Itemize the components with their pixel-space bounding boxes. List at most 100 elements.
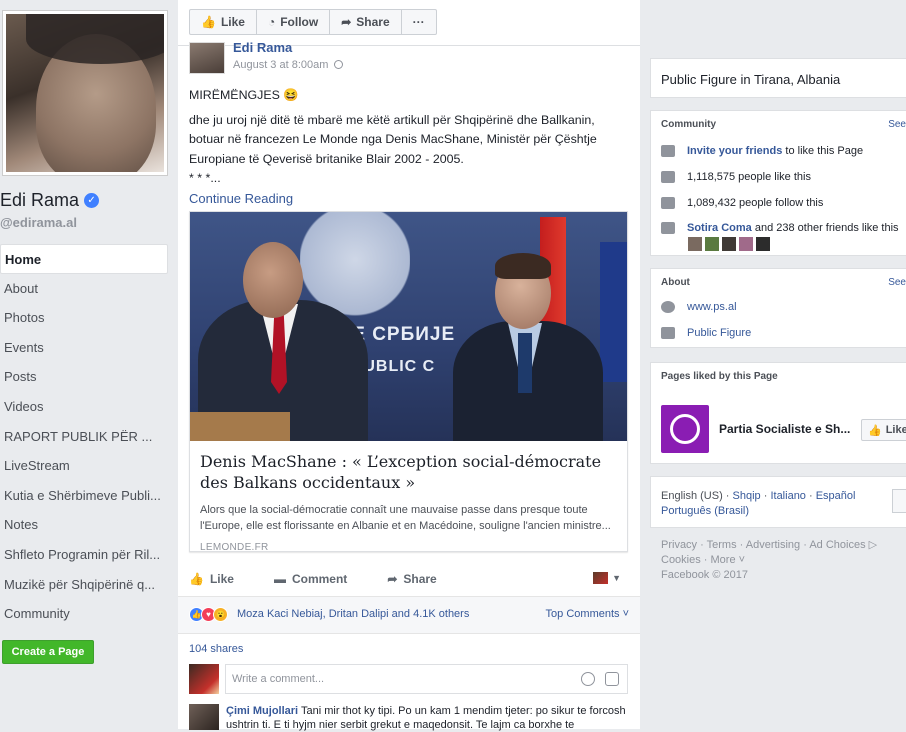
post-like-button[interactable]: 👍 Like <box>189 572 234 586</box>
author-avatar[interactable] <box>189 42 225 74</box>
post-actions: 👍 Like ▬ Comment ➦ Share ▼ <box>189 566 629 592</box>
profile-picture[interactable] <box>2 10 168 176</box>
nav-item-shfleto[interactable]: Shfleto Programin për Ril... <box>0 540 168 570</box>
commenter-avatar <box>189 664 219 694</box>
globe-icon <box>334 60 344 69</box>
reaction-icons[interactable]: 👍 ♥ 😮 <box>189 607 228 622</box>
nav-item-about[interactable]: About <box>0 274 168 304</box>
follow-button[interactable]: ◔ Follow <box>257 10 331 34</box>
link-preview-image: ИКЕ СРБИЈЕ EPUBLIC C <box>190 212 627 441</box>
friend-avatar[interactable] <box>756 237 770 251</box>
more-options-button[interactable]: ··· <box>402 10 436 34</box>
invite-friends-link[interactable]: Invite your friends <box>687 145 782 157</box>
thumbs-up-icon: 👍 <box>189 572 204 586</box>
page-category: Public Figure in Tirana, Albania <box>661 72 841 87</box>
comment-input[interactable]: Write a comment... <box>225 664 628 694</box>
friend-name-link[interactable]: Sotira Coma <box>687 222 752 234</box>
lang-current: English (US) <box>661 490 723 502</box>
community-see-all-link[interactable]: See <box>888 119 906 130</box>
about-see-all-link[interactable]: See <box>888 277 906 288</box>
post-stars: * * *... <box>189 171 221 185</box>
lang-link[interactable]: Shqip <box>733 490 761 502</box>
emoji-icon[interactable] <box>581 672 595 686</box>
friend-avatar[interactable] <box>722 237 736 251</box>
nav-item-photos[interactable]: Photos <box>0 303 168 333</box>
nav-item-muzike[interactable]: Muzikë për Shqipërinë q... <box>0 570 168 600</box>
nav-item-videos[interactable]: Videos <box>0 392 168 422</box>
link-preview-card[interactable]: ИКЕ СРБИЈЕ EPUBLIC C Denis MacShane : « … <box>189 211 628 553</box>
right-column: Public Figure in Tirana, Albania Communi… <box>650 0 906 729</box>
friend-avatars <box>688 237 770 251</box>
comment-author-name[interactable]: Çimi Mujollari <box>226 705 298 717</box>
like-page-button[interactable]: 👍 Like <box>190 10 257 34</box>
comment-composer: Write a comment... <box>189 662 629 696</box>
liked-page-logo[interactable] <box>661 405 709 453</box>
share-page-button[interactable]: ➦ Share <box>330 10 402 34</box>
thumbs-up-icon: 👍 <box>868 424 882 437</box>
nav-item-posts[interactable]: Posts <box>0 362 168 392</box>
create-page-button[interactable]: Create a Page <box>2 640 94 664</box>
footer-line-2[interactable]: Cookies · More ˅ <box>661 553 906 568</box>
community-heading: Community <box>661 119 716 130</box>
sticker-icon[interactable] <box>605 672 619 686</box>
follows-count: 1,089,432 people follow this <box>687 197 824 209</box>
wow-reaction-icon: 😮 <box>213 607 228 622</box>
liked-page-like-button[interactable]: 👍 Like <box>861 419 906 441</box>
rss-icon: ◔ <box>267 15 276 29</box>
nav-item-notes[interactable]: Notes <box>0 510 168 540</box>
friend-avatar[interactable] <box>705 237 719 251</box>
nav-item-livestream[interactable]: LiveStream <box>0 451 168 481</box>
community-card: Community See Invite your friends to lik… <box>650 110 906 256</box>
friend-avatar[interactable] <box>688 237 702 251</box>
page-handle[interactable]: @edirama.al <box>0 215 77 230</box>
link-title[interactable]: Denis MacShane : « L’exception social-dé… <box>200 451 617 493</box>
lang-link[interactable]: Español <box>816 490 856 502</box>
more-languages-button[interactable] <box>892 489 906 513</box>
verified-badge-icon: ✓ <box>84 193 100 208</box>
reactions-summary[interactable]: Moza Kaci Nebiaj, Dritan Dalipi and 4.1K… <box>237 608 469 620</box>
post-as-avatar <box>593 572 609 584</box>
nav-item-community[interactable]: Community <box>0 599 168 629</box>
left-column: Edi Rama ✓ @edirama.al Home About Photos… <box>0 0 178 729</box>
likes-count: 1,118,575 people like this <box>687 171 811 183</box>
post-text: MIRËMËNGJES 😆 dhe ju uroj një ditë të mb… <box>189 86 629 208</box>
lang-link[interactable]: Português (Brasil) <box>661 505 749 517</box>
post-timestamp[interactable]: August 3 at 8:00am <box>233 59 344 71</box>
rss-icon <box>661 197 675 209</box>
pages-liked-heading: Pages liked by this Page <box>661 371 778 382</box>
post-comment-button[interactable]: ▬ Comment <box>274 572 347 586</box>
nav-item-raport-publik[interactable]: RAPORT PUBLIK PËR ... <box>0 422 168 452</box>
post-share-button[interactable]: ➦ Share <box>387 572 436 586</box>
category-card: Public Figure in Tirana, Albania <box>650 58 906 98</box>
comment-text: Çimi Mujollari Tani mir thot ky tipi. Po… <box>226 705 626 731</box>
comment-bubble-icon: ▬ <box>273 572 286 586</box>
friends-icon <box>661 222 675 234</box>
lang-link[interactable]: Italiano <box>770 490 805 502</box>
continue-reading-link[interactable]: Continue Reading <box>189 189 629 209</box>
nav-item-kutia[interactable]: Kutia e Shërbimeve Publi... <box>0 481 168 511</box>
post-greeting: MIRËMËNGJES 😆 <box>189 88 299 102</box>
page-nav: Home About Photos Events Posts Videos RA… <box>0 244 168 629</box>
friend-avatar[interactable] <box>739 237 753 251</box>
shares-count[interactable]: 104 shares <box>189 643 243 655</box>
footer-line-1[interactable]: Privacy · Terms · Advertising · Ad Choic… <box>661 538 906 553</box>
thumbs-up-icon: 👍 <box>201 15 216 29</box>
thumbs-up-icon <box>661 171 675 183</box>
footer-copyright: Facebook © 2017 <box>661 569 748 581</box>
post-card: Edi Rama August 3 at 8:00am MIRËMËNGJES … <box>178 40 640 731</box>
website-link[interactable]: www.ps.al <box>687 301 737 313</box>
people-icon <box>661 145 675 157</box>
link-source: LEMONDE.FR <box>200 542 269 553</box>
author-name[interactable]: Edi Rama <box>233 40 292 55</box>
comment-author-avatar[interactable] <box>189 704 219 730</box>
globe-icon <box>661 301 675 313</box>
nav-item-home[interactable]: Home <box>0 244 168 274</box>
nav-item-events[interactable]: Events <box>0 333 168 363</box>
post-as-selector[interactable]: ▼ <box>593 572 621 584</box>
page-name[interactable]: Edi Rama ✓ <box>0 190 100 211</box>
language-list: English (US) · Shqip · Italiano · Españo… <box>661 490 856 517</box>
reactions-bar: 👍 ♥ 😮 Moza Kaci Nebiaj, Dritan Dalipi an… <box>178 596 640 634</box>
top-comments-dropdown[interactable]: Top Comments ˅ <box>546 608 629 620</box>
page-type-link[interactable]: Public Figure <box>687 327 751 339</box>
liked-page-name[interactable]: Partia Socialiste e Sh... <box>719 422 850 436</box>
